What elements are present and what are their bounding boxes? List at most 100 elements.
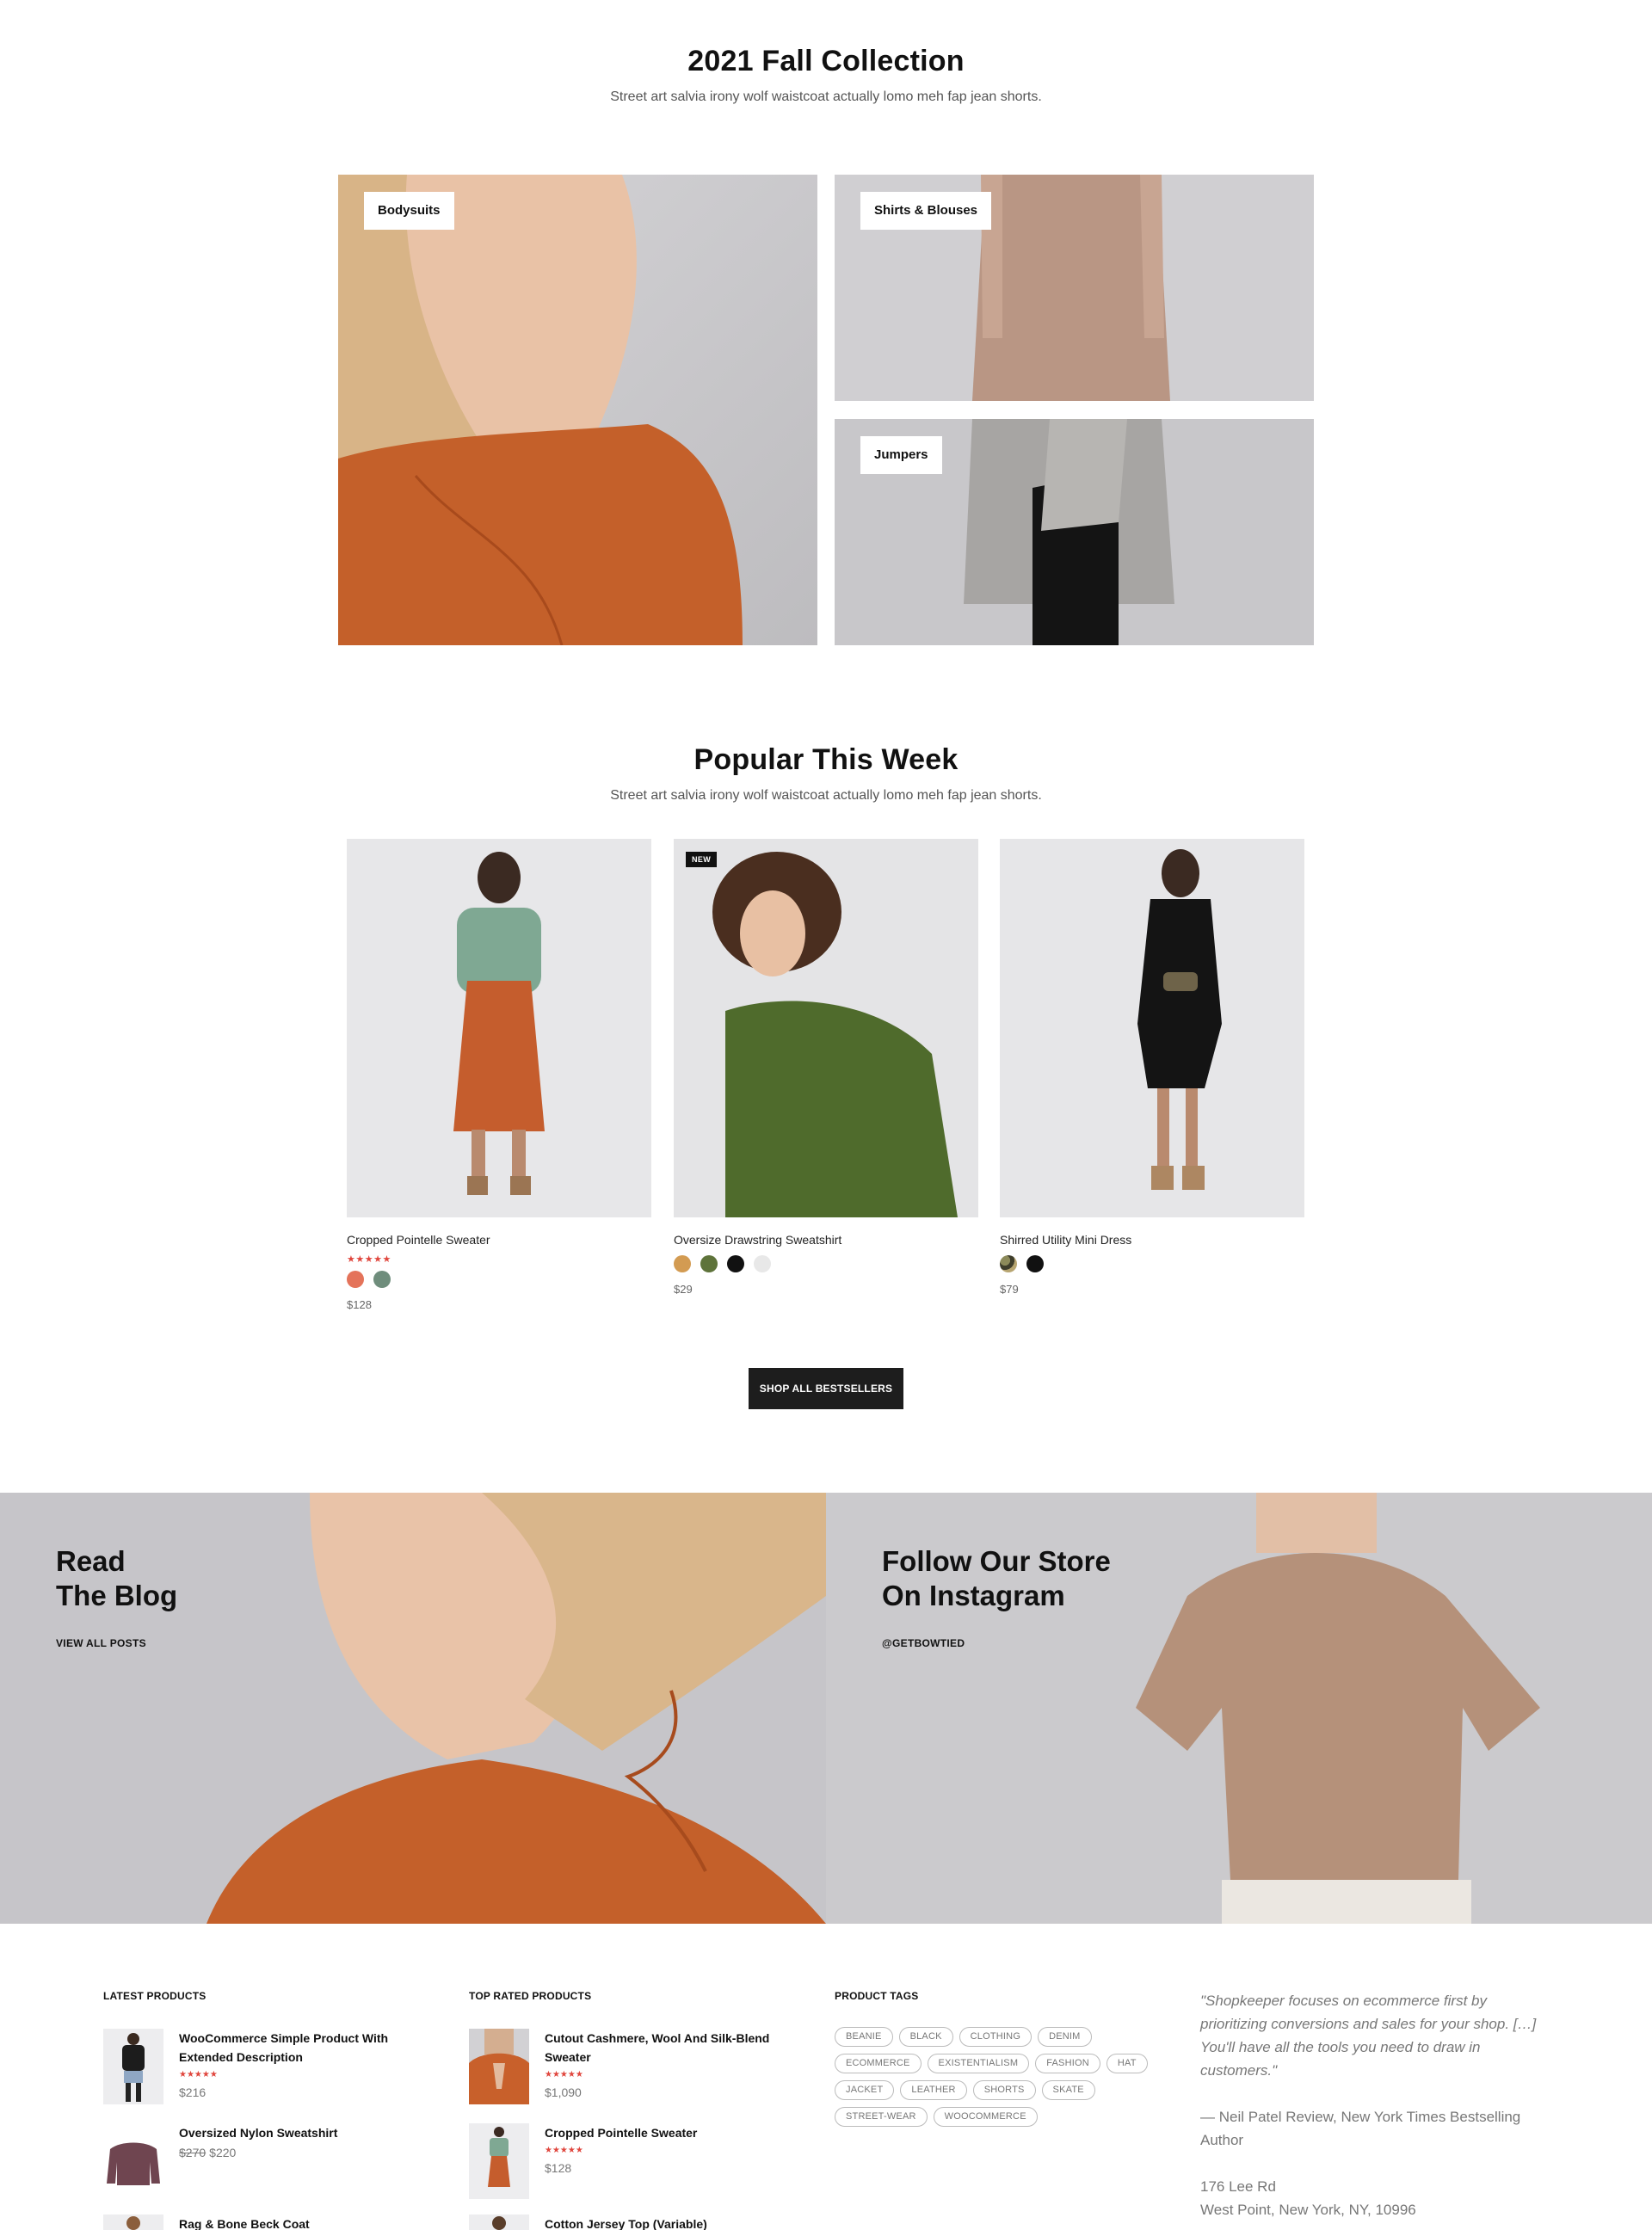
tile-label-jumpers: Jumpers [860,436,942,474]
instagram-handle-link[interactable]: @GETBOWTIED [882,1637,965,1649]
swatch-olive[interactable] [700,1255,718,1272]
category-tile-jumpers[interactable]: Jumpers [835,419,1314,645]
swatch-black[interactable] [1026,1255,1044,1272]
tag-denim[interactable]: DENIM [1038,2027,1092,2047]
tag-woocommerce[interactable]: WOOCOMMERCE [933,2107,1038,2127]
product-price: $128 [347,1298,372,1311]
latest-products-title: LATEST PRODUCTS [103,1990,206,2002]
product-card[interactable]: Cropped Pointelle Sweater ★★★★★ $128 [347,839,651,1311]
mini-product-photo [469,2029,529,2104]
address-line-2: West Point, New York, NY, 10996 [1200,2202,1416,2218]
mini-product-photo [103,2215,163,2230]
tag-existentialism[interactable]: EXISTENTIALISM [927,2054,1030,2073]
tag-leather[interactable]: LEATHER [900,2080,967,2100]
mini-product-name[interactable]: Oversized Nylon Sweatshirt [179,2123,411,2142]
mini-product-thumb[interactable] [103,2123,163,2199]
mini-product-thumb[interactable] [469,2029,529,2104]
category-tile-bodysuits[interactable]: Bodysuits [338,175,817,645]
product-tags-title: PRODUCT TAGS [835,1990,919,2002]
new-badge: NEW [686,852,718,867]
mini-product[interactable]: Rag & Bone Beck Coat [103,2215,430,2230]
color-swatches [674,1255,978,1272]
mini-product-photo [469,2123,529,2199]
mini-product-photo [103,2123,163,2199]
tile-label-shirts-blouses: Shirts & Blouses [860,192,992,230]
color-swatches [1000,1255,1304,1272]
mini-product-name[interactable]: Cutout Cashmere, Wool And Silk-Blend Swe… [545,2029,777,2067]
mini-product[interactable]: Cotton Jersey Top (Variable) [469,2215,796,2230]
mini-product-price: $270 $220 [179,2146,236,2159]
swatch-green[interactable] [373,1271,391,1288]
tile-label-bodysuits: Bodysuits [364,192,454,230]
swatch-camo[interactable] [1000,1255,1017,1272]
collection-title: 2021 Fall Collection [687,45,965,77]
product-image[interactable]: NEW [674,839,978,1217]
blog-banner[interactable]: Read The Blog VIEW ALL POSTS [0,1493,826,1924]
product-photo [347,839,651,1217]
swatch-mustard[interactable] [674,1255,691,1272]
product-photo [674,839,978,1217]
tag-street-wear[interactable]: STREET-WEAR [835,2107,928,2127]
address-line-1: 176 Lee Rd [1200,2178,1276,2195]
tag-black[interactable]: BLACK [898,2027,953,2047]
tag-jacket[interactable]: JACKET [835,2080,895,2100]
top-rated-products-title: TOP RATED PRODUCTS [469,1990,592,2002]
mini-product-stars: ★★★★★ [545,2146,583,2155]
instagram-banner-title: Follow Our Store On Instagram [882,1545,1111,1611]
mini-product-photo [469,2215,529,2230]
color-swatches [347,1271,651,1288]
category-tile-shirts-blouses[interactable]: Shirts & Blouses [835,175,1314,401]
mini-product[interactable]: Cutout Cashmere, Wool And Silk-Blend Swe… [469,2029,796,2106]
mini-product-thumb[interactable] [103,2029,163,2104]
view-all-posts-link[interactable]: VIEW ALL POSTS [56,1637,146,1649]
mini-product-thumb[interactable] [103,2215,163,2230]
product-tags-cloud: BEANIE BLACK CLOTHING DENIM ECOMMERCE EX… [835,2027,1170,2127]
tag-clothing[interactable]: CLOTHING [959,2027,1032,2047]
mini-product-name[interactable]: WooCommerce Simple Product With Extended… [179,2029,411,2067]
tag-hat[interactable]: HAT [1106,2054,1148,2073]
mini-product-name[interactable]: Rag & Bone Beck Coat [179,2215,411,2230]
mini-product-name[interactable]: Cotton Jersey Top (Variable) [545,2215,777,2230]
bodysuits-photo [338,175,817,645]
product-image[interactable] [1000,839,1304,1217]
mini-product-price: $1,090 [545,2085,582,2099]
collection-subtitle: Street art salvia irony wolf waistcoat a… [610,89,1042,104]
mini-product-stars: ★★★★★ [179,2070,218,2079]
swatch-black[interactable] [727,1255,744,1272]
product-name[interactable]: Shirred Utility Mini Dress [1000,1233,1304,1248]
mini-product-name[interactable]: Cropped Pointelle Sweater [545,2123,777,2142]
store-address: 176 Lee Rd West Point, New York, NY, 109… [1200,2175,1544,2221]
instagram-banner[interactable]: Follow Our Store On Instagram @GETBOWTIE… [826,1493,1652,1924]
tag-shorts[interactable]: SHORTS [972,2080,1036,2100]
product-name[interactable]: Oversize Drawstring Sweatshirt [674,1233,978,1248]
product-photo [1000,839,1304,1217]
tag-skate[interactable]: SKATE [1041,2080,1095,2100]
mini-product-thumb[interactable] [469,2215,529,2230]
mini-product-stars: ★★★★★ [545,2070,583,2079]
mini-product-price: $216 [179,2085,206,2099]
product-image[interactable] [347,839,651,1217]
product-name[interactable]: Cropped Pointelle Sweater [347,1233,651,1248]
testimonial-quote: "Shopkeeper focuses on ecommerce first b… [1200,1993,1537,2079]
blog-banner-title: Read The Blog [56,1545,178,1611]
product-card[interactable]: NEW Oversize Drawstring Sweatshirt $29 [674,839,978,1296]
mini-product-thumb[interactable] [469,2123,529,2199]
product-price: $29 [674,1283,693,1296]
mini-product[interactable]: Cropped Pointelle Sweater ★★★★★ $128 [469,2123,796,2201]
product-card[interactable]: Shirred Utility Mini Dress $79 [1000,839,1304,1296]
tag-beanie[interactable]: BEANIE [835,2027,893,2047]
mini-product[interactable]: Oversized Nylon Sweatshirt $270 $220 [103,2123,430,2201]
mini-product-photo [103,2029,163,2104]
swatch-white[interactable] [754,1255,771,1272]
mini-product[interactable]: WooCommerce Simple Product With Extended… [103,2029,430,2106]
testimonial-author: — Neil Patel Review, New York Times Best… [1200,2109,1521,2148]
old-price: $270 [179,2146,206,2159]
mini-product-price: $128 [545,2161,572,2175]
swatch-orange[interactable] [347,1271,364,1288]
sale-price: $220 [209,2146,237,2159]
tag-ecommerce[interactable]: ECOMMERCE [835,2054,922,2073]
shop-all-bestsellers-button[interactable]: SHOP ALL BESTSELLERS [749,1368,903,1409]
popular-subtitle: Street art salvia irony wolf waistcoat a… [610,788,1042,803]
product-price: $79 [1000,1283,1019,1296]
tag-fashion[interactable]: FASHION [1035,2054,1100,2073]
